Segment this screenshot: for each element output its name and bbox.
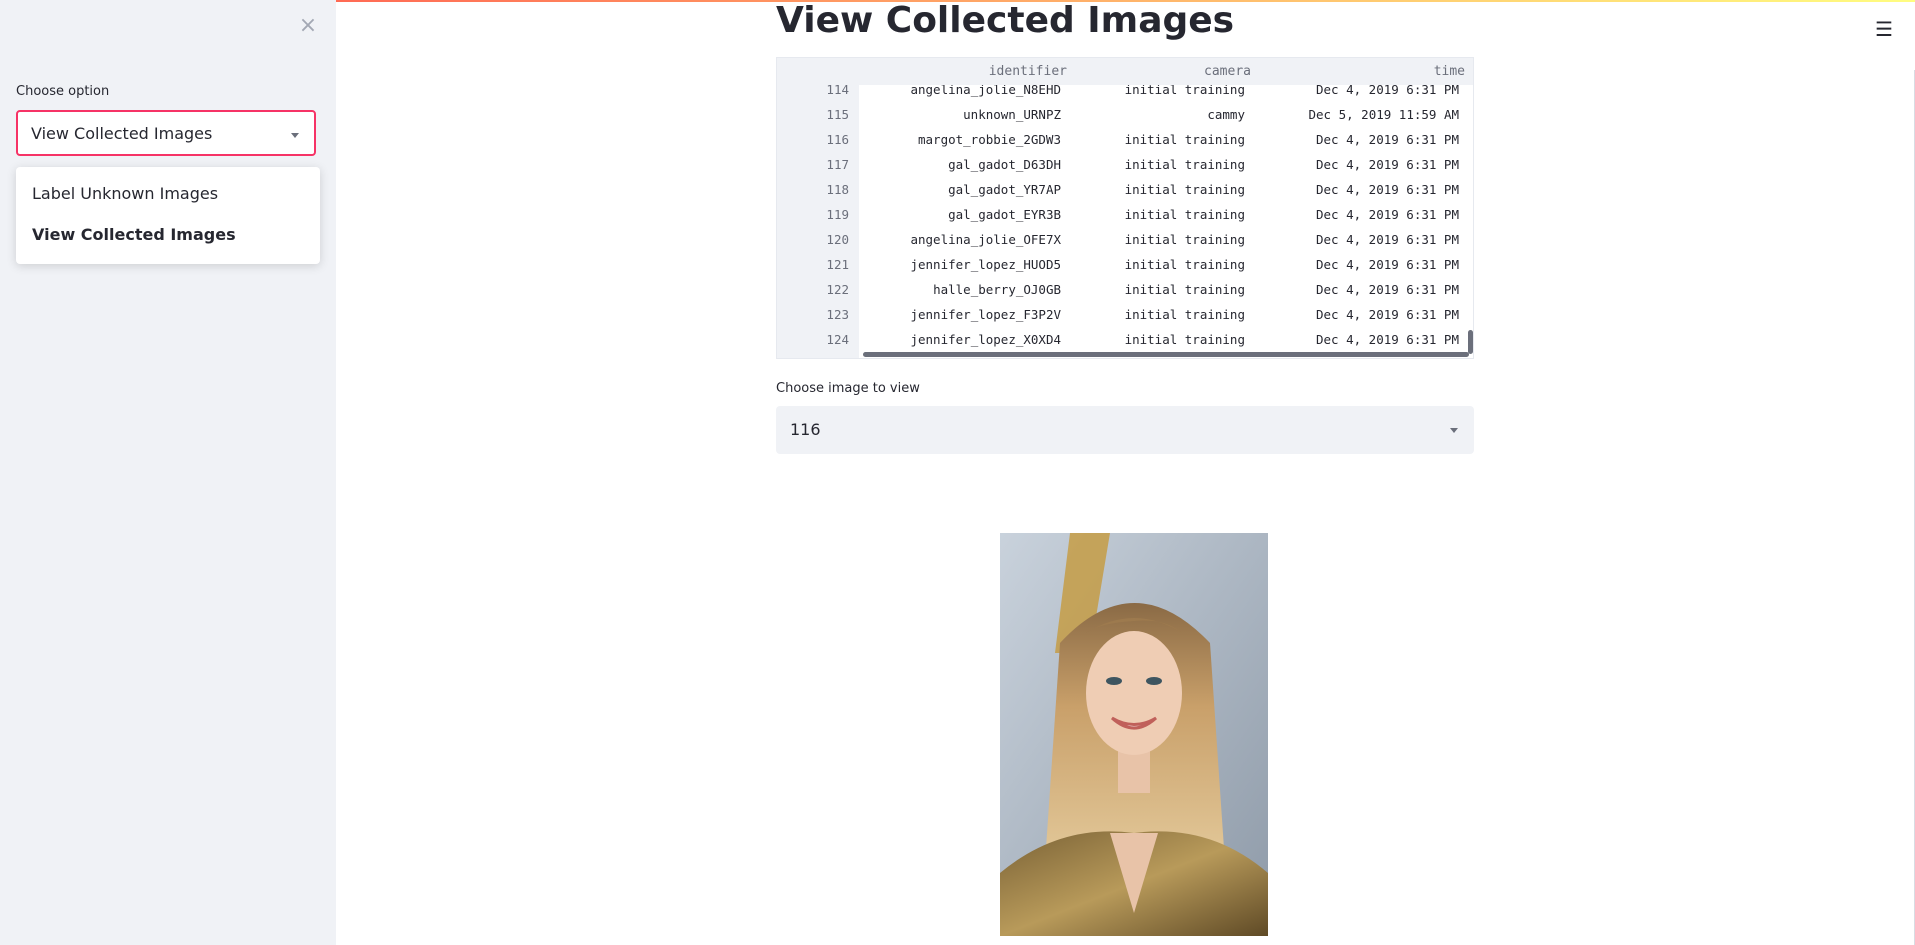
image-select-value: 116: [790, 420, 821, 439]
image-select[interactable]: 116: [776, 406, 1474, 454]
option-dropdown-menu: Label Unknown Images View Collected Imag…: [16, 167, 320, 264]
cell-time: Dec 4, 2019 6:31 PM: [1316, 207, 1459, 222]
cell-camera: initial training: [1124, 207, 1245, 222]
table-row[interactable]: 115 unknown_URNPZ cammy Dec 5, 2019 11:59 A…: [777, 102, 1473, 127]
row-index: 121: [826, 257, 849, 272]
cell-identifier: margot_robbie_2GDW3: [918, 132, 1061, 147]
cell-identifier: gal_gadot_YR7AP: [948, 182, 1061, 197]
table-row[interactable]: 120 angelina_jolie_OFE7X initial training D…: [777, 227, 1473, 252]
close-icon[interactable]: ×: [296, 14, 320, 38]
cell-time: Dec 4, 2019 6:31 PM: [1316, 257, 1459, 272]
table-row[interactable]: 121 jennifer_lopez_HUOD5 initial training D…: [777, 252, 1473, 277]
cell-identifier: jennifer_lopez_HUOD5: [910, 257, 1061, 272]
table-row[interactable]: 116 margot_robbie_2GDW3 initial training De…: [777, 127, 1473, 152]
cell-camera: initial training: [1124, 282, 1245, 297]
column-header-identifier[interactable]: identifier: [867, 64, 1067, 79]
cell-time: Dec 4, 2019 6:31 PM: [1316, 157, 1459, 172]
table-row[interactable]: 124 jennifer_lopez_X0XD4 initial training D…: [777, 327, 1473, 352]
horizontal-scrollbar[interactable]: [863, 352, 1469, 357]
cell-identifier: gal_gadot_D63DH: [948, 157, 1061, 172]
selected-image: [1000, 533, 1268, 936]
table-row[interactable]: 119 gal_gadot_EYR3B initial training Dec 4,…: [777, 202, 1473, 227]
row-index: 122: [826, 282, 849, 297]
option-select[interactable]: View Collected Images: [16, 110, 316, 156]
table-row[interactable]: 118 gal_gadot_YR7AP initial training Dec 4,…: [777, 177, 1473, 202]
dropdown-item-view-collected-images[interactable]: View Collected Images: [32, 225, 236, 244]
row-index: 115: [826, 107, 849, 122]
table-row[interactable]: 122 halle_berry_OJ0GB initial training Dec …: [777, 277, 1473, 302]
cell-camera: initial training: [1124, 257, 1245, 272]
choose-image-label: Choose image to view: [776, 381, 920, 396]
row-index: 119: [826, 207, 849, 222]
cell-identifier: halle_berry_OJ0GB: [933, 282, 1061, 297]
row-index: 116: [826, 132, 849, 147]
chevron-down-icon: [1450, 428, 1458, 433]
choose-option-label: Choose option: [16, 84, 110, 99]
cell-camera: cammy: [1207, 107, 1245, 122]
cell-time: Dec 4, 2019 6:31 PM: [1316, 132, 1459, 147]
cell-identifier: unknown_URNPZ: [963, 107, 1061, 122]
cell-camera: initial training: [1124, 232, 1245, 247]
cell-time: Dec 4, 2019 6:31 PM: [1316, 232, 1459, 247]
cell-identifier: jennifer_lopez_X0XD4: [910, 332, 1061, 347]
cell-time: Dec 4, 2019 6:31 PM: [1316, 182, 1459, 197]
cell-time: Dec 4, 2019 6:31 PM: [1316, 307, 1459, 322]
vertical-scrollbar[interactable]: [1468, 330, 1473, 354]
table-row[interactable]: 123 jennifer_lopez_F3P2V initial training D…: [777, 302, 1473, 327]
table-body: 114 angelina_jolie_N8EHD initial training D…: [777, 77, 1473, 352]
option-select-value: View Collected Images: [31, 124, 213, 143]
cell-camera: initial training: [1124, 182, 1245, 197]
row-index: 123: [826, 307, 849, 322]
dropdown-item-label-unknown-images[interactable]: Label Unknown Images: [32, 184, 218, 203]
data-table[interactable]: 114 angelina_jolie_N8EHD initial training D…: [776, 57, 1474, 359]
cell-time: Dec 4, 2019 6:31 PM: [1316, 282, 1459, 297]
cell-identifier: jennifer_lopez_F3P2V: [910, 307, 1061, 322]
cell-time: Dec 5, 2019 11:59 AM: [1308, 107, 1459, 122]
chevron-down-icon: [291, 133, 299, 138]
sidebar: × Choose option View Collected Images La…: [0, 0, 336, 945]
cell-camera: initial training: [1124, 332, 1245, 347]
cell-time: Dec 4, 2019 6:31 PM: [1316, 332, 1459, 347]
row-index: 117: [826, 157, 849, 172]
page-title: View Collected Images: [776, 0, 1235, 41]
hamburger-menu-icon[interactable]: ☰: [1875, 17, 1893, 41]
cell-camera: initial training: [1124, 307, 1245, 322]
cell-camera: initial training: [1124, 132, 1245, 147]
cell-camera: initial training: [1124, 157, 1245, 172]
row-index: 124: [826, 332, 849, 347]
column-header-camera[interactable]: camera: [1067, 64, 1251, 79]
cell-identifier: angelina_jolie_OFE7X: [910, 232, 1061, 247]
cell-identifier: gal_gadot_EYR3B: [948, 207, 1061, 222]
column-header-time[interactable]: time: [1251, 64, 1465, 79]
row-index: 118: [826, 182, 849, 197]
table-row[interactable]: 117 gal_gadot_D63DH initial training Dec 4,…: [777, 152, 1473, 177]
row-index: 120: [826, 232, 849, 247]
